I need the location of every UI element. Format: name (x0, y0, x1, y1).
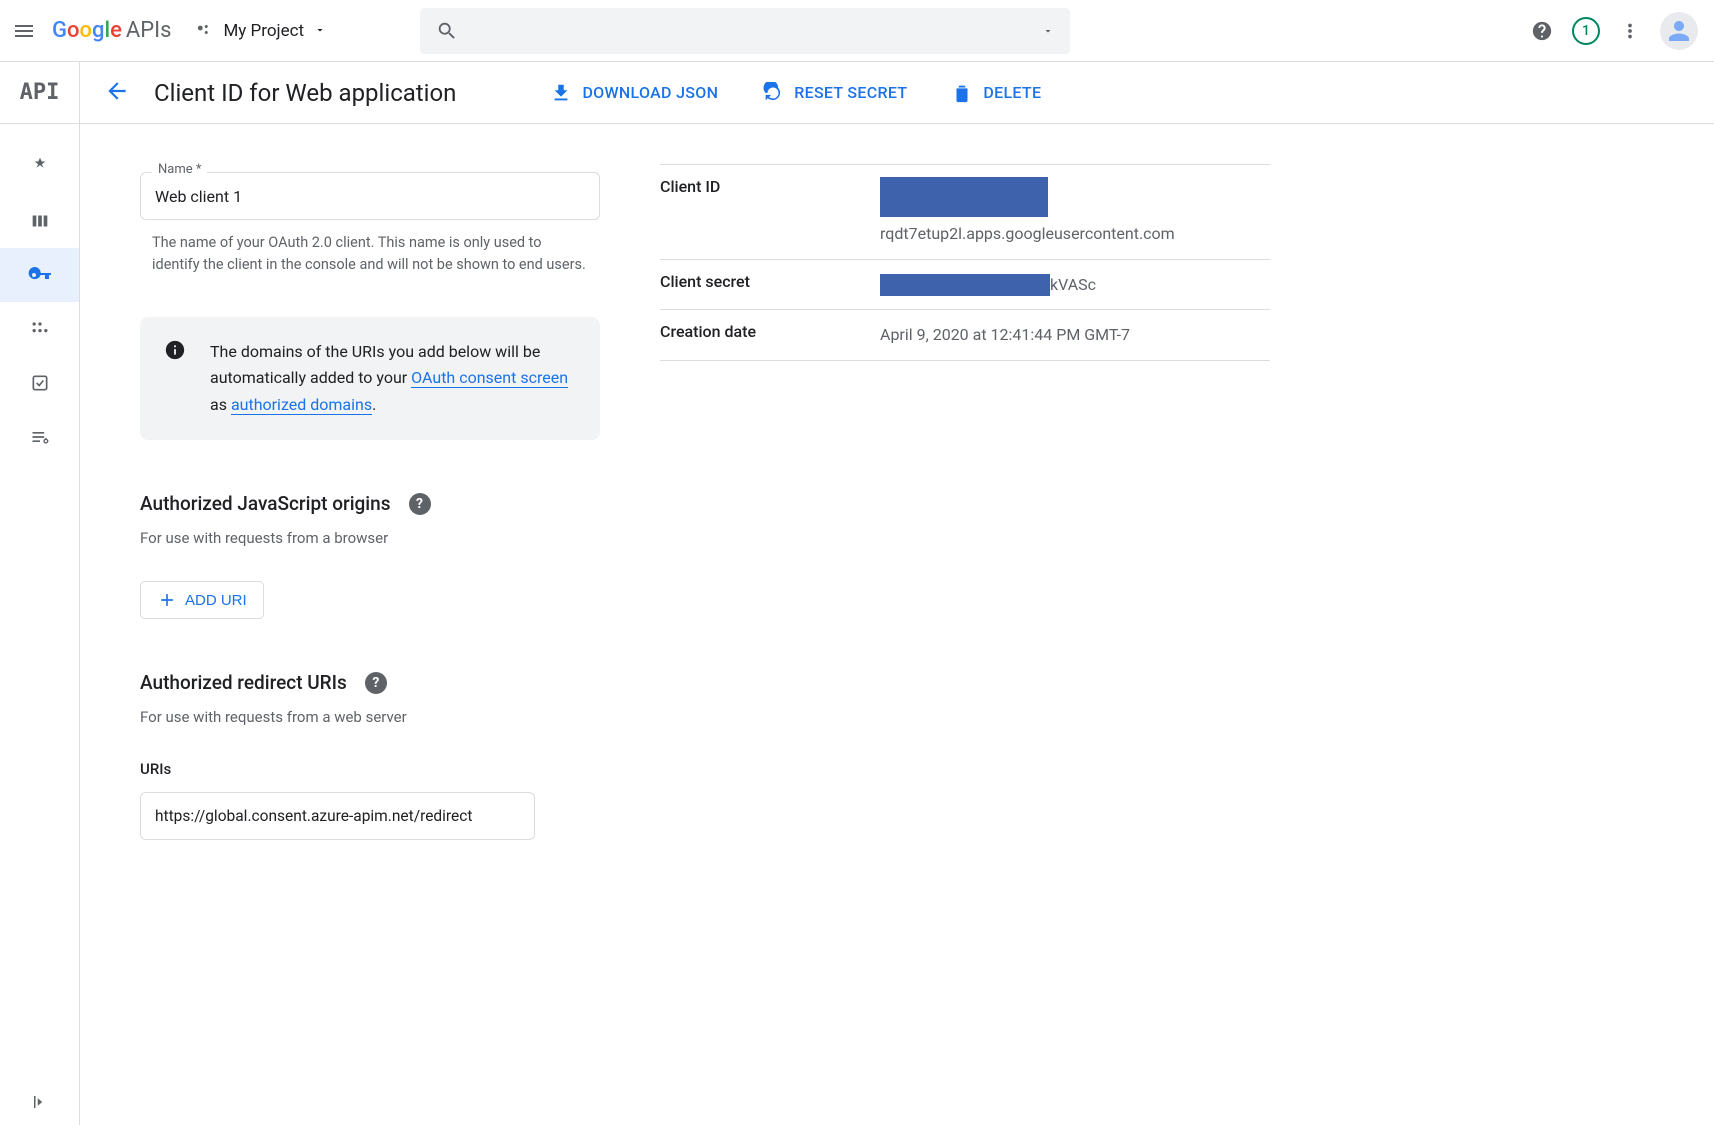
nav-credentials-icon[interactable] (0, 248, 79, 302)
more-vert-icon[interactable] (1618, 19, 1642, 43)
uris-label: URIs (140, 760, 600, 778)
search-dropdown-icon[interactable] (1042, 25, 1054, 37)
client-id-redacted (880, 177, 1048, 217)
download-json-label: DOWNLOAD JSON (582, 83, 718, 102)
nav-page-usage-icon[interactable] (0, 410, 79, 464)
client-details-table: Client ID rqdt7etup2l.apps.googleusercon… (660, 164, 1270, 361)
info-card-text: The domains of the URIs you add below wi… (210, 339, 576, 418)
js-origins-sub: For use with requests from a browser (140, 529, 600, 547)
project-picker[interactable]: My Project (187, 17, 334, 45)
name-input[interactable] (140, 172, 600, 220)
client-id-key: Client ID (660, 165, 880, 260)
account-avatar[interactable] (1660, 12, 1698, 50)
download-json-button[interactable]: DOWNLOAD JSON (550, 82, 718, 104)
redirect-uri-input[interactable]: https://global.consent.azure-apim.net/re… (140, 792, 535, 840)
client-secret-value: kVASc (880, 259, 1270, 310)
reset-secret-button[interactable]: RESET SECRET (762, 82, 907, 104)
back-arrow-icon[interactable] (104, 78, 130, 108)
redirect-uris-heading: Authorized redirect URIs (140, 671, 347, 694)
notifications-badge[interactable]: 1 (1572, 17, 1600, 45)
left-nav: API (0, 62, 80, 1125)
nav-consent-icon[interactable] (0, 302, 79, 356)
name-help-text: The name of your OAuth 2.0 client. This … (140, 232, 600, 277)
topbar: Google APIs My Project 1 (0, 0, 1714, 62)
client-secret-row: Client secret kVASc (660, 259, 1270, 310)
notification-count: 1 (1582, 23, 1590, 39)
js-origins-help-icon[interactable]: ? (409, 493, 431, 515)
delete-button[interactable]: DELETE (951, 82, 1041, 104)
name-field-label: Name * (152, 162, 207, 177)
apis-logo-text: APIs (126, 18, 172, 43)
nav-dashboard-icon[interactable] (0, 140, 79, 194)
client-secret-redacted (880, 274, 1050, 296)
page-title: Client ID for Web application (154, 79, 456, 107)
nav-library-icon[interactable] (0, 194, 79, 248)
google-logo-text: Google (52, 18, 122, 43)
js-origins-heading: Authorized JavaScript origins (140, 492, 391, 515)
creation-date-value: April 9, 2020 at 12:41:44 PM GMT-7 (880, 310, 1270, 361)
google-apis-logo[interactable]: Google APIs (52, 18, 171, 43)
search-bar[interactable] (420, 8, 1070, 54)
expand-nav-icon[interactable] (0, 1093, 79, 1111)
client-id-row: Client ID rqdt7etup2l.apps.googleusercon… (660, 165, 1270, 260)
dropdown-icon (314, 21, 326, 41)
search-icon (436, 20, 458, 42)
info-icon (164, 339, 186, 365)
add-uri-label: ADD URI (185, 592, 247, 609)
creation-date-row: Creation date April 9, 2020 at 12:41:44 … (660, 310, 1270, 361)
redirect-uris-sub: For use with requests from a web server (140, 708, 600, 726)
nav-verification-icon[interactable] (0, 356, 79, 410)
project-name: My Project (223, 21, 304, 41)
client-id-value: rqdt7etup2l.apps.googleusercontent.com (880, 165, 1270, 260)
menu-icon[interactable] (12, 19, 36, 43)
redirect-uri-value: https://global.consent.azure-apim.net/re… (155, 807, 472, 825)
page-header: Client ID for Web application DOWNLOAD J… (80, 62, 1714, 124)
project-icon (195, 22, 213, 40)
redirect-uris-help-icon[interactable]: ? (365, 672, 387, 694)
reset-secret-label: RESET SECRET (794, 83, 907, 102)
add-uri-button[interactable]: ADD URI (140, 581, 264, 619)
info-card: The domains of the URIs you add below wi… (140, 317, 600, 440)
nav-brand[interactable]: API (0, 62, 79, 124)
oauth-consent-link[interactable]: OAuth consent screen (411, 368, 568, 388)
client-secret-key: Client secret (660, 259, 880, 310)
creation-date-key: Creation date (660, 310, 880, 361)
authorized-domains-link[interactable]: authorized domains (231, 395, 372, 415)
help-icon[interactable] (1530, 19, 1554, 43)
delete-label: DELETE (983, 83, 1041, 102)
